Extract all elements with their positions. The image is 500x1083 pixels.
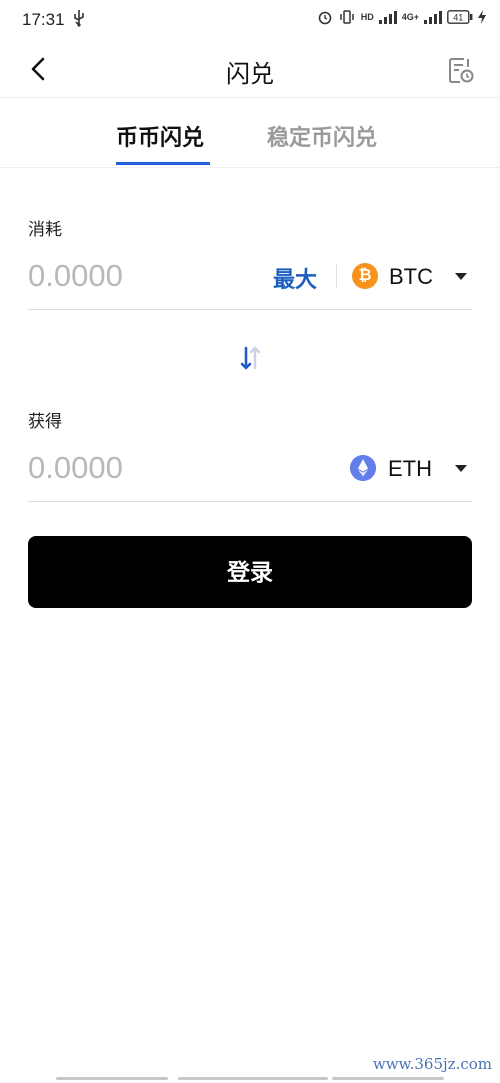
status-icons: HD 4G+ 41 bbox=[317, 9, 486, 25]
vibrate-icon bbox=[339, 10, 354, 24]
receive-coin-selector[interactable]: ETH bbox=[388, 456, 432, 482]
network-label: 4G+ bbox=[401, 12, 419, 22]
usb-icon bbox=[74, 10, 84, 27]
alarm-icon bbox=[318, 11, 332, 25]
eth-icon bbox=[350, 455, 376, 481]
consume-coin-selector[interactable]: BTC bbox=[389, 264, 433, 290]
status-bar: 17:31 HD 4G+ 41 bbox=[0, 0, 500, 38]
receive-label: 获得 bbox=[28, 412, 62, 431]
tab-coin-to-coin[interactable]: 币币闪兑 bbox=[116, 120, 204, 152]
divider bbox=[336, 264, 337, 288]
active-tab-indicator bbox=[116, 162, 210, 165]
watermark: www.365jz.com bbox=[372, 1055, 492, 1073]
caret-down-icon[interactable] bbox=[455, 273, 467, 280]
swap-direction-icon[interactable] bbox=[236, 344, 264, 372]
charging-icon bbox=[478, 10, 486, 24]
nav-indicator-segment bbox=[178, 1077, 328, 1080]
battery-icon: 41 bbox=[447, 10, 473, 24]
max-button[interactable]: 最大 bbox=[273, 262, 317, 294]
signal-icon-2 bbox=[424, 11, 442, 24]
nav-indicator-segment bbox=[332, 1077, 444, 1080]
receive-amount-input[interactable]: 0.0000 bbox=[28, 450, 123, 486]
consume-label: 消耗 bbox=[28, 220, 62, 239]
consume-underline bbox=[28, 309, 472, 310]
caret-down-icon[interactable] bbox=[455, 465, 467, 472]
battery-level: 41 bbox=[453, 13, 463, 23]
tab-stablecoin[interactable]: 稳定币闪兑 bbox=[267, 120, 377, 152]
receive-underline bbox=[28, 501, 472, 502]
exchange-tabs: 币币闪兑 稳定币闪兑 bbox=[0, 98, 500, 168]
hd-label: HD bbox=[360, 12, 374, 22]
status-time: 17:31 bbox=[22, 10, 65, 29]
history-record-icon[interactable] bbox=[448, 56, 474, 84]
system-nav-indicator bbox=[0, 1077, 500, 1081]
signal-icon bbox=[378, 11, 397, 24]
login-button[interactable]: 登录 bbox=[28, 536, 472, 608]
nav-bar: 闪兑 bbox=[0, 40, 500, 98]
page-title: 闪兑 bbox=[226, 61, 274, 88]
nav-indicator-segment bbox=[56, 1077, 168, 1080]
btc-icon: ₿ bbox=[352, 263, 378, 289]
consume-amount-input[interactable]: 0.0000 bbox=[28, 258, 123, 294]
